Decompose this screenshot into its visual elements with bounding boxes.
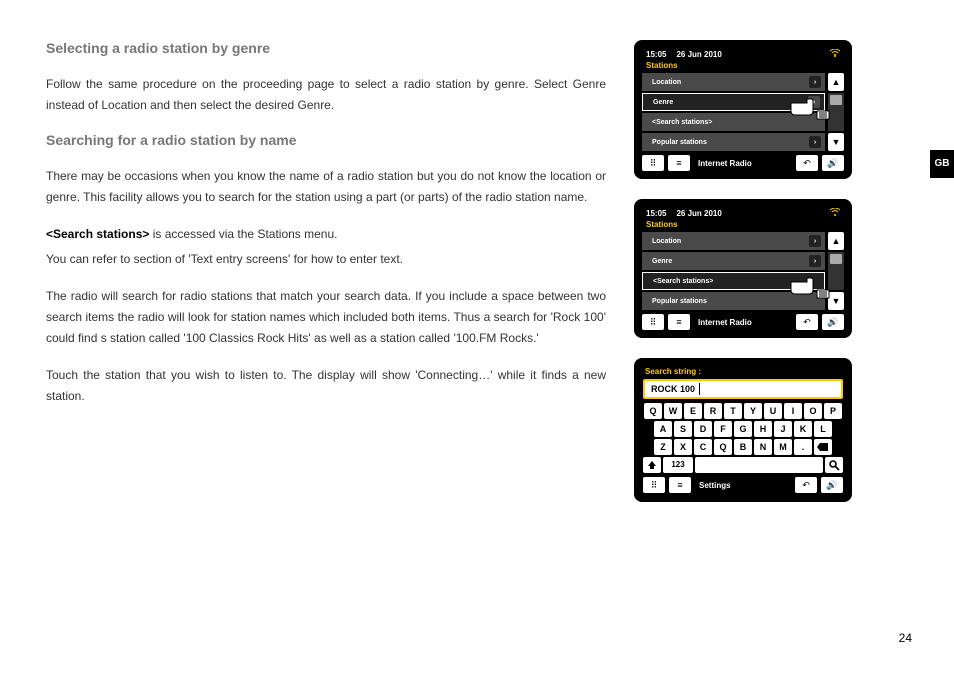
wifi-icon (830, 49, 840, 59)
mode-label: Internet Radio (694, 159, 792, 168)
key-h[interactable]: H (754, 421, 772, 437)
key-b[interactable]: B (734, 439, 752, 455)
list-icon[interactable]: ≡ (668, 155, 690, 171)
list-item-location[interactable]: Location› (642, 232, 825, 250)
search-stations-suffix: is accessed via the Stations menu. (149, 227, 337, 241)
search-key[interactable] (825, 457, 843, 473)
chevron-right-icon: › (809, 136, 821, 148)
key-q[interactable]: Q (714, 439, 732, 455)
chevron-right-icon: › (809, 255, 821, 267)
list-item-popular[interactable]: Popular stations› (642, 133, 825, 151)
para-search-2: <Search stations> is accessed via the St… (46, 224, 606, 245)
key-r[interactable]: R (704, 403, 722, 419)
back-icon[interactable]: ↶ (796, 155, 818, 171)
radio-screenshot-3: Search string : ROCK 100 QWERTYUIOP ASDF… (634, 358, 852, 502)
clock-date: 26 Jun 2010 (676, 50, 721, 59)
scroll-up-button[interactable]: ▲ (828, 232, 844, 250)
back-icon[interactable]: ↶ (795, 477, 817, 493)
space-key[interactable] (695, 457, 823, 473)
search-stations-label: <Search stations> (46, 227, 149, 241)
list-icon[interactable]: ≡ (669, 477, 691, 493)
numeric-key[interactable]: 123 (663, 457, 693, 473)
mode-label: Internet Radio (694, 318, 792, 327)
grid-icon[interactable]: ⠿ (642, 314, 664, 330)
key-p[interactable]: P (824, 403, 842, 419)
list-item-search[interactable]: <Search stations> (642, 113, 825, 131)
list-item-genre[interactable]: Genre› (642, 93, 825, 111)
key-.[interactable]: . (794, 439, 812, 455)
grid-icon[interactable]: ⠿ (643, 477, 665, 493)
key-g[interactable]: G (734, 421, 752, 437)
key-k[interactable]: K (794, 421, 812, 437)
para-search-5: Touch the station that you wish to liste… (46, 365, 606, 407)
radio-screenshot-1: 15:05 26 Jun 2010 Stations Location› Gen… (634, 40, 852, 179)
chevron-right-icon: › (809, 76, 821, 88)
speaker-icon[interactable]: 🔊 (822, 155, 844, 171)
speaker-icon[interactable]: 🔊 (821, 477, 843, 493)
clock-date: 26 Jun 2010 (676, 209, 721, 218)
key-n[interactable]: N (754, 439, 772, 455)
scroll-down-button[interactable]: ▼ (828, 292, 844, 310)
wifi-icon (830, 208, 840, 218)
keyboard-title: Search string : (643, 367, 843, 379)
scroll-track[interactable] (828, 93, 844, 131)
screen-title: Stations (642, 220, 844, 232)
clock-time: 15:05 (646, 50, 666, 59)
key-m[interactable]: M (774, 439, 792, 455)
chevron-right-icon: › (808, 96, 820, 108)
mode-label: Settings (695, 481, 791, 490)
list-icon[interactable]: ≡ (668, 314, 690, 330)
key-c[interactable]: C (694, 439, 712, 455)
key-i[interactable]: I (784, 403, 802, 419)
scroll-track[interactable] (828, 252, 844, 290)
side-tab-gb: GB (930, 150, 954, 178)
backspace-key[interactable] (814, 439, 832, 455)
key-w[interactable]: W (664, 403, 682, 419)
para-genre: Follow the same procedure on the proceed… (46, 74, 606, 116)
key-x[interactable]: X (674, 439, 692, 455)
key-t[interactable]: T (724, 403, 742, 419)
para-search-3: You can refer to section of 'Text entry … (46, 249, 606, 270)
clock-time: 15:05 (646, 209, 666, 218)
search-input[interactable]: ROCK 100 (643, 379, 843, 399)
key-s[interactable]: S (674, 421, 692, 437)
text-column: Selecting a radio station by genre Follo… (46, 40, 606, 502)
key-f[interactable]: F (714, 421, 732, 437)
para-search-1: There may be occasions when you know the… (46, 166, 606, 208)
para-search-4: The radio will search for radio stations… (46, 286, 606, 349)
radio-screenshot-2: 15:05 26 Jun 2010 Stations Location› Gen… (634, 199, 852, 338)
heading-search: Searching for a radio station by name (46, 132, 606, 148)
key-a[interactable]: A (654, 421, 672, 437)
key-e[interactable]: E (684, 403, 702, 419)
key-l[interactable]: L (814, 421, 832, 437)
heading-genre: Selecting a radio station by genre (46, 40, 606, 56)
scroll-down-button[interactable]: ▼ (828, 133, 844, 151)
key-o[interactable]: O (804, 403, 822, 419)
chevron-right-icon: › (809, 235, 821, 247)
grid-icon[interactable]: ⠿ (642, 155, 664, 171)
speaker-icon[interactable]: 🔊 (822, 314, 844, 330)
screen-title: Stations (642, 61, 844, 73)
key-j[interactable]: J (774, 421, 792, 437)
shift-key[interactable] (643, 457, 661, 473)
key-u[interactable]: U (764, 403, 782, 419)
search-input-value: ROCK 100 (651, 384, 695, 394)
scroll-up-button[interactable]: ▲ (828, 73, 844, 91)
list-item-popular[interactable]: Popular stations (642, 292, 825, 310)
key-d[interactable]: D (694, 421, 712, 437)
list-item-location[interactable]: Location› (642, 73, 825, 91)
key-z[interactable]: Z (654, 439, 672, 455)
list-item-genre[interactable]: Genre› (642, 252, 825, 270)
page-number: 24 (899, 631, 912, 645)
key-q[interactable]: Q (644, 403, 662, 419)
list-item-search[interactable]: <Search stations> (642, 272, 825, 290)
key-y[interactable]: Y (744, 403, 762, 419)
back-icon[interactable]: ↶ (796, 314, 818, 330)
